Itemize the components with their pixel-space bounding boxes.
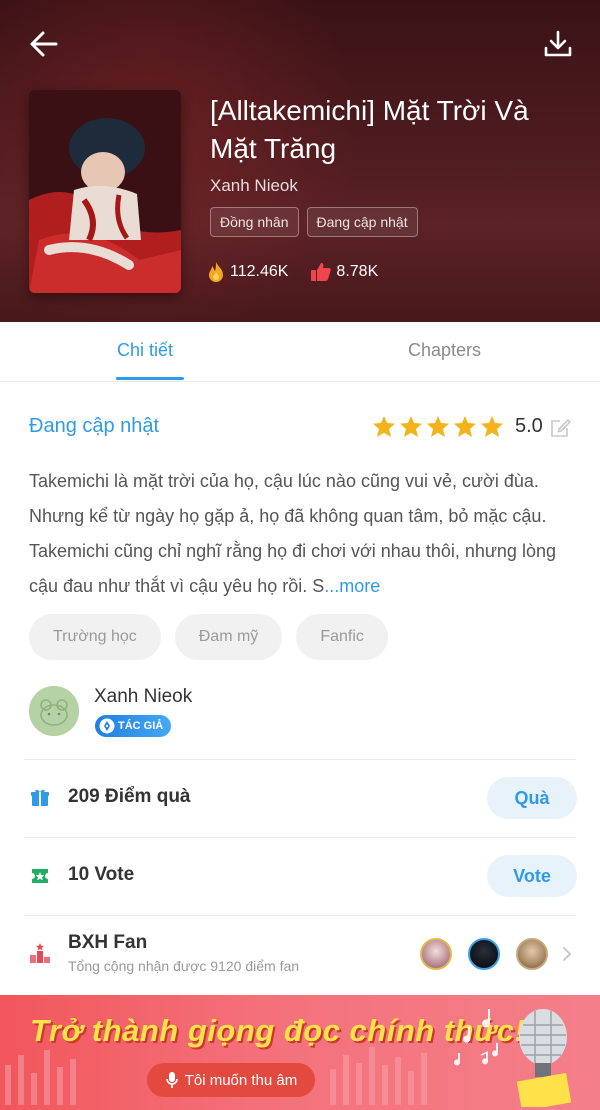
update-status: Đang cập nhật <box>29 415 160 437</box>
story-stats: 112.46K 8.78K <box>206 261 378 283</box>
divider <box>24 837 576 838</box>
studio-microphone-icon <box>516 1009 572 1107</box>
tab-details[interactable]: Chi tiết <box>117 340 173 361</box>
fan-ranking-title[interactable]: BXH Fan <box>68 932 147 954</box>
author-badge-label: TÁC GIẢ <box>118 720 164 732</box>
bear-avatar-icon <box>29 686 79 736</box>
rating-value: 5.0 <box>515 415 543 437</box>
active-tab-indicator <box>116 377 184 380</box>
download-icon <box>544 30 572 57</box>
views-stat: 112.46K <box>206 261 288 283</box>
edit-icon[interactable] <box>550 416 572 438</box>
star-icon <box>373 416 395 437</box>
arrow-left-icon <box>30 31 58 57</box>
vote-ticket-icon <box>32 869 48 883</box>
vote-button[interactable]: Vote <box>487 855 577 897</box>
rating[interactable]: 5.0 <box>372 415 572 438</box>
tag-status[interactable]: Đang cập nhật <box>306 207 418 237</box>
likes-count: 8.78K <box>336 263 379 280</box>
author-avatar[interactable] <box>29 686 79 736</box>
tab-chapters[interactable]: Chapters <box>408 340 481 361</box>
microphone-icon <box>165 1072 178 1088</box>
divider <box>24 915 576 916</box>
record-button[interactable]: Tôi muốn thu âm <box>147 1063 315 1097</box>
tag-fanfiction[interactable]: Đồng nhân <box>210 207 299 237</box>
music-notes-icon <box>454 1009 499 1066</box>
divider <box>24 759 576 760</box>
story-tags: Đồng nhân Đang cập nhật <box>210 207 418 237</box>
story-author[interactable]: Xanh Nieok <box>210 176 298 196</box>
pen-nib-icon <box>99 718 115 734</box>
thumbs-up-icon <box>311 263 332 281</box>
genre-chip[interactable]: Đam mỹ <box>174 614 283 660</box>
story-header: [Alltakemichi] Mặt Trời Và Mặt Trăng Xan… <box>0 0 600 322</box>
gift-icon <box>31 789 49 806</box>
author-name[interactable]: Xanh Nieok <box>94 686 192 708</box>
views-count: 112.46K <box>230 263 289 280</box>
gift-button[interactable]: Quà <box>487 777 577 819</box>
download-button[interactable] <box>542 28 574 60</box>
likes-stat: 8.78K <box>310 262 378 282</box>
description-text: Takemichi là mặt trời của họ, cậu lúc nà… <box>29 471 556 596</box>
top-fans[interactable] <box>420 938 548 970</box>
star-icon <box>427 416 449 437</box>
more-link[interactable]: ...more <box>324 576 380 596</box>
back-button[interactable] <box>26 26 62 62</box>
cover-image[interactable] <box>29 90 181 293</box>
genre-chip[interactable]: Trường học <box>29 614 161 660</box>
fan-avatar[interactable] <box>420 938 452 970</box>
star-icon <box>400 416 422 437</box>
fan-ranking-subtitle: Tổng cộng nhận được 9120 điểm fan <box>68 958 300 974</box>
fan-avatar[interactable] <box>516 938 548 970</box>
star-icon <box>481 416 503 437</box>
story-description: Takemichi là mặt trời của họ, cậu lúc nà… <box>29 464 574 604</box>
author-badge: TÁC GIẢ <box>95 715 172 737</box>
fire-icon <box>209 262 223 282</box>
tab-bar: Chi tiết Chapters <box>0 322 600 382</box>
chevron-right-icon[interactable] <box>562 946 572 962</box>
story-title: [Alltakemichi] Mặt Trời Và Mặt Trăng <box>210 95 529 164</box>
star-icon <box>454 416 476 437</box>
podium-icon <box>30 943 50 963</box>
record-button-label: Tôi muốn thu âm <box>184 1071 298 1089</box>
genre-list: Trường học Đam mỹ Fanfic <box>29 614 388 660</box>
gift-points: 209 Điểm quà <box>68 786 191 807</box>
vote-count: 10 Vote <box>68 864 135 885</box>
genre-chip[interactable]: Fanfic <box>296 614 388 660</box>
fan-avatar[interactable] <box>468 938 500 970</box>
